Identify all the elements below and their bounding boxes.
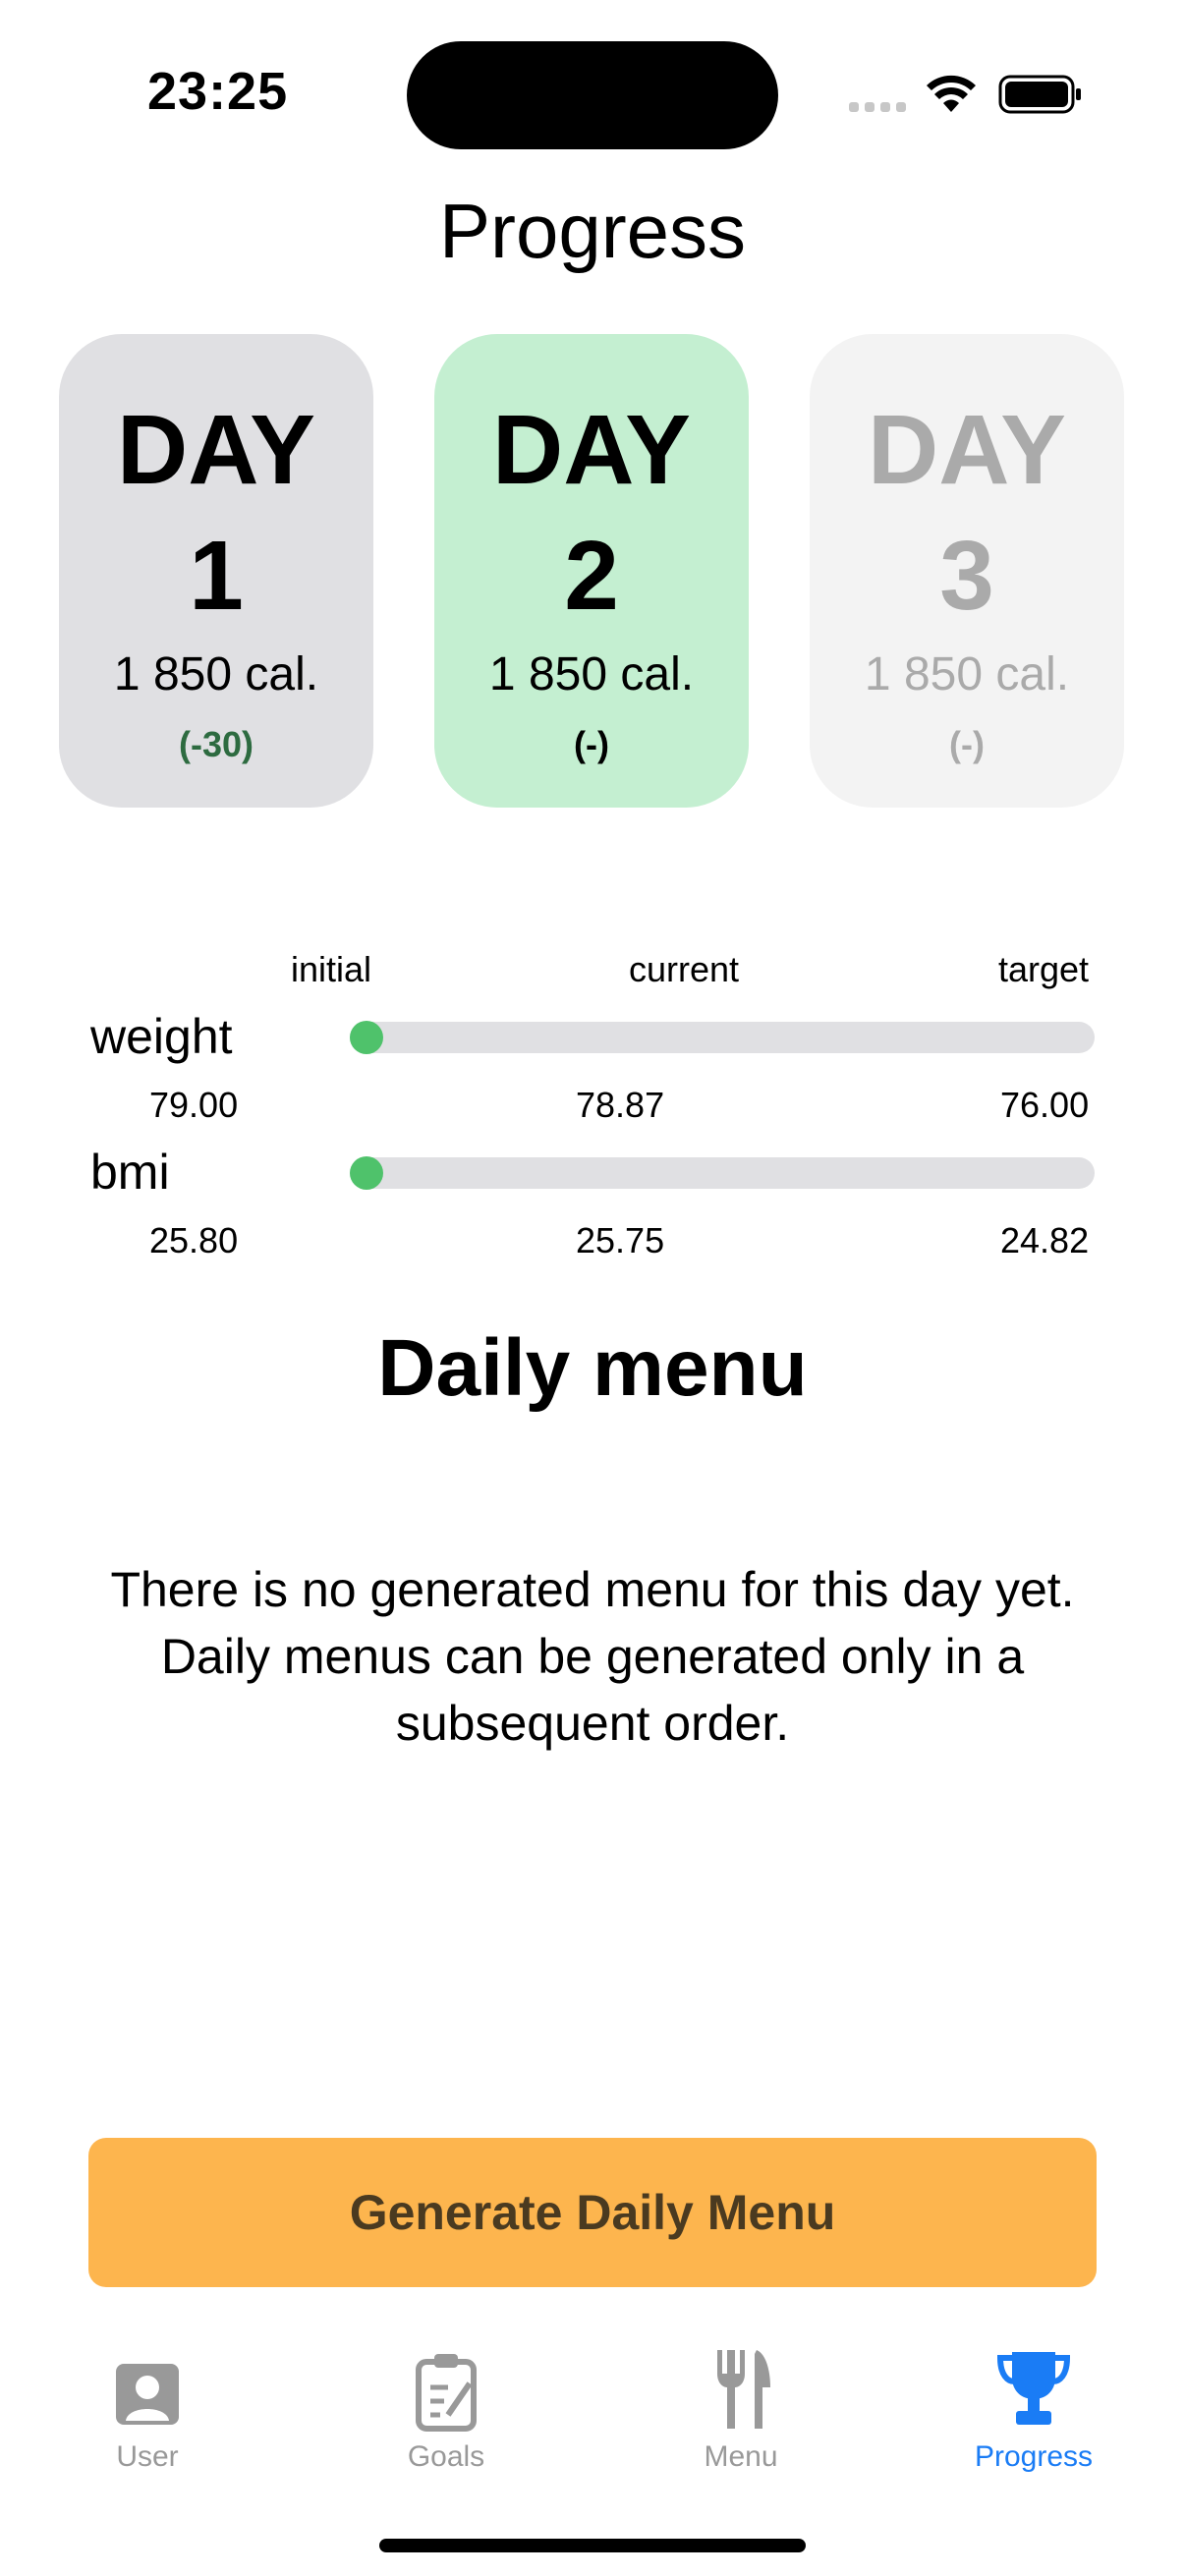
daily-menu-title: Daily menu	[377, 1323, 808, 1413]
day-card-2[interactable]: DAY 2 1 850 cal. (-)	[434, 334, 749, 808]
header-target: target	[998, 949, 1090, 989]
day-card-3[interactable]: DAY 3 1 850 cal. (-)	[810, 334, 1124, 808]
dynamic-island	[407, 41, 778, 149]
day-card-calories: 1 850 cal.	[113, 648, 319, 700]
day-card-diff: (-30)	[178, 724, 254, 764]
home-indicator	[379, 2539, 806, 2552]
user-icon	[116, 2364, 179, 2425]
bmi-current-value: 25.75	[576, 1220, 665, 1260]
day-card-diff: (-)	[574, 724, 609, 764]
status-time: 23:25	[147, 62, 289, 121]
day-card-word: DAY	[868, 395, 1066, 505]
day-card-number: 2	[564, 521, 619, 631]
day-card-word: DAY	[492, 395, 691, 505]
tab-progress-label: Progress	[974, 2440, 1094, 2473]
tab-user-label: User	[116, 2440, 179, 2473]
day-card-number: 3	[939, 521, 994, 631]
day-card-calories: 1 850 cal.	[488, 648, 695, 700]
weight-label: weight	[90, 1009, 233, 1064]
page-title: Progress	[438, 188, 747, 274]
day-card-word: DAY	[117, 395, 315, 505]
tab-progress[interactable]: Progress	[935, 2344, 1132, 2474]
bmi-label: bmi	[90, 1145, 170, 1200]
day-card-diff: (-)	[949, 724, 985, 764]
empty-menu-message: There is no generated menu for this day …	[110, 1562, 1075, 1751]
day-card-number: 1	[189, 521, 244, 631]
tab-menu-label: Menu	[704, 2440, 778, 2473]
tab-goals-label: Goals	[407, 2440, 485, 2473]
bmi-progress-track	[350, 1156, 1095, 1190]
battery-icon	[998, 75, 1081, 114]
bmi-progress-dot	[350, 1156, 383, 1190]
weight-progress-dot	[350, 1021, 383, 1054]
header-initial: initial	[291, 949, 372, 989]
weight-current-value: 78.87	[576, 1085, 665, 1125]
tab-user[interactable]: User	[49, 2344, 246, 2474]
tab-menu[interactable]: Menu	[643, 2344, 839, 2474]
trophy-icon	[996, 2352, 1071, 2425]
bmi-target-value: 24.82	[1000, 1220, 1090, 1260]
day-card-calories: 1 850 cal.	[864, 648, 1070, 700]
wifi-icon	[927, 75, 976, 112]
weight-initial-value: 79.00	[149, 1085, 239, 1125]
day-card-1[interactable]: DAY 1 1 850 cal. (-30)	[59, 334, 373, 808]
goals-clipboard-icon	[416, 2354, 477, 2432]
tab-goals[interactable]: Goals	[348, 2344, 544, 2474]
cellular-signal-icon	[849, 102, 906, 112]
generate-daily-menu-button[interactable]: Generate Daily Menu	[88, 2138, 1097, 2287]
fork-knife-icon	[717, 2350, 770, 2429]
weight-target-value: 76.00	[1000, 1085, 1090, 1125]
weight-progress-track	[350, 1021, 1095, 1054]
bmi-initial-value: 25.80	[149, 1220, 239, 1260]
header-current: current	[629, 949, 740, 989]
